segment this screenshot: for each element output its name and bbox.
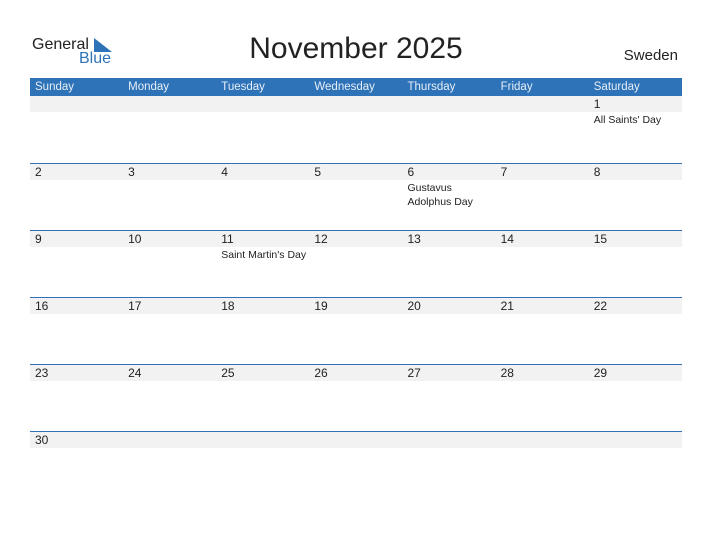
day-cell: 27 [403, 365, 496, 431]
calendar-title: November 2025 [249, 32, 463, 65]
calendar-week-row: 1 All Saints' Day [30, 96, 682, 163]
day-cell: 23 [30, 365, 123, 431]
day-cell: 16 [30, 298, 123, 364]
calendar-week-row: 9 10 11 Saint Martin's Day 12 13 14 15 [30, 230, 682, 297]
day-cell: 28 [496, 365, 589, 431]
day-number: 25 [221, 366, 235, 380]
day-cell: 5 [309, 164, 402, 230]
weekday-sunday: Sunday [35, 81, 75, 93]
weekday-saturday: Saturday [593, 81, 640, 93]
holiday-label: All Saints' Day [593, 114, 662, 126]
day-cell [123, 432, 216, 498]
day-number: 3 [128, 165, 135, 179]
day-cell: 3 [123, 164, 216, 230]
calendar-grid: 1 All Saints' Day 2 3 4 5 6 Gustavus Adolphus D… [30, 96, 682, 498]
day-cell: 11 Saint Martin's Day [216, 231, 309, 297]
day-number: 5 [314, 165, 322, 179]
day-cell: 14 [496, 231, 589, 297]
day-number: 26 [314, 366, 328, 380]
weekday-monday: Monday [128, 81, 170, 93]
day-cell: 22 [589, 298, 682, 364]
day-cell: 30 [30, 432, 123, 498]
weekday-header: Sunday Monday Tuesday Wednesday Thursday… [30, 78, 682, 96]
day-cell: 18 [216, 298, 309, 364]
day-cell: 8 [589, 164, 682, 230]
day-cell [403, 432, 496, 498]
day-cell [216, 96, 309, 163]
day-cell: 12 [309, 231, 402, 297]
day-number: 12 [314, 232, 328, 246]
day-number: 18 [221, 299, 235, 313]
calendar-week-row: 23 24 25 26 27 28 29 [30, 364, 682, 431]
weekday-thursday: Thursday [407, 81, 456, 93]
day-number: 14 [500, 232, 514, 246]
day-number: 2 [35, 165, 42, 179]
day-cell: 17 [123, 298, 216, 364]
day-cell: 9 [30, 231, 123, 297]
day-number: 19 [314, 299, 328, 313]
day-number: 24 [128, 366, 142, 380]
day-cell: 29 [589, 365, 682, 431]
calendar-week-row: 16 17 18 19 20 21 22 [30, 297, 682, 364]
day-cell: 19 [309, 298, 402, 364]
day-cell [216, 432, 309, 498]
day-number: 22 [593, 299, 608, 313]
day-cell: 21 [496, 298, 589, 364]
day-number: 15 [593, 232, 608, 246]
day-cell [589, 432, 682, 498]
weekday-tuesday: Tuesday [221, 81, 265, 93]
weekday-wednesday: Wednesday [314, 81, 375, 93]
day-number: 9 [35, 232, 42, 246]
day-cell: 10 [123, 231, 216, 297]
day-cell [403, 96, 496, 163]
day-number: 28 [500, 366, 514, 380]
day-cell: 1 All Saints' Day [589, 96, 682, 163]
day-number: 8 [593, 165, 601, 179]
calendar-week-row: 30 [30, 431, 682, 498]
day-number: 29 [593, 366, 608, 380]
day-cell: 20 [403, 298, 496, 364]
holiday-label: Gustavus Adolphus Day [407, 182, 473, 208]
day-number: 17 [128, 299, 142, 313]
day-cell [309, 96, 402, 163]
day-number: 21 [500, 299, 514, 313]
day-cell: 15 [589, 231, 682, 297]
day-cell: 13 [403, 231, 496, 297]
day-cell: 24 [123, 365, 216, 431]
day-number: 6 [407, 165, 415, 179]
day-cell: 7 [496, 164, 589, 230]
holiday-label: Saint Martin's Day [221, 249, 307, 261]
day-cell [123, 96, 216, 163]
day-number: 1 [593, 97, 601, 111]
day-number: 20 [407, 299, 421, 313]
day-number: 10 [128, 232, 142, 246]
day-number: 16 [35, 299, 49, 313]
day-cell [496, 432, 589, 498]
day-cell [30, 96, 123, 163]
day-cell: 2 [30, 164, 123, 230]
day-cell [496, 96, 589, 163]
day-number: 23 [35, 366, 49, 380]
day-number: 13 [407, 232, 421, 246]
weekday-friday: Friday [500, 81, 533, 93]
day-number: 11 [221, 232, 234, 246]
day-number: 30 [35, 433, 49, 447]
day-cell [309, 432, 402, 498]
calendar-week-row: 2 3 4 5 6 Gustavus Adolphus Day 7 8 [30, 163, 682, 230]
day-cell: 25 [216, 365, 309, 431]
day-cell: 6 Gustavus Adolphus Day [403, 164, 496, 230]
day-cell: 26 [309, 365, 402, 431]
day-number: 7 [500, 165, 508, 179]
day-number: 27 [407, 366, 421, 380]
country-label: Sweden [623, 47, 678, 64]
day-number: 4 [221, 165, 228, 179]
day-cell: 4 [216, 164, 309, 230]
